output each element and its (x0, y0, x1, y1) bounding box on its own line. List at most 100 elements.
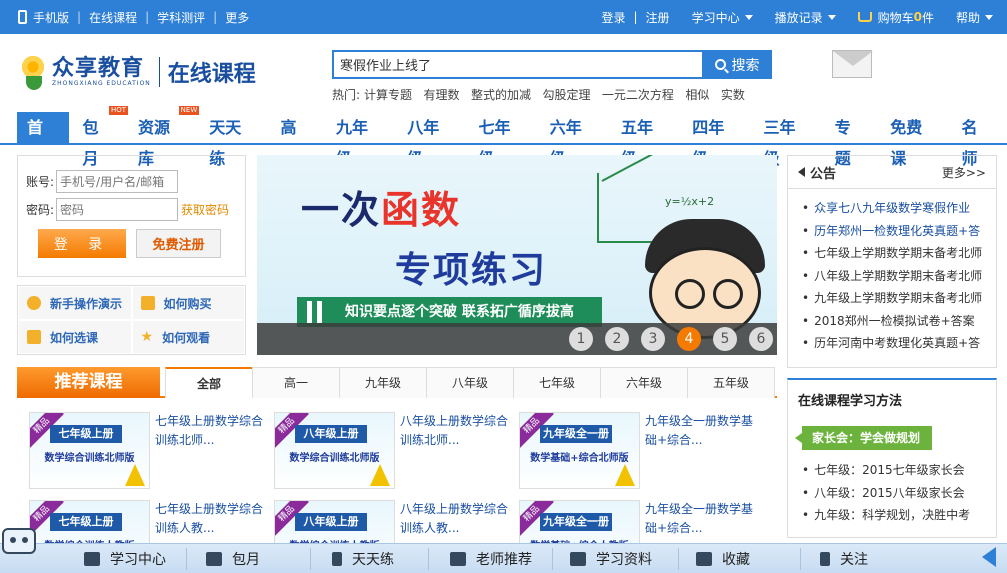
cart-link[interactable]: 购物车 0 件 (857, 9, 934, 26)
nav-item-grade-6[interactable]: 六年级 (540, 112, 607, 168)
tab-grade-5[interactable]: 五年级 (687, 367, 775, 398)
nav-item-grade-8[interactable]: 八年级 (397, 112, 464, 168)
register-link[interactable]: 注册 (646, 9, 670, 26)
nav-item-daily-practice[interactable]: 天天练 (199, 112, 266, 168)
nav-item-grade-4[interactable]: 四年级 (682, 112, 749, 168)
header: 众享教育 ZHONGXIANG EDUCATION 在线课程 搜索 热门: 计算… (0, 34, 1007, 106)
tab-grade-9[interactable]: 九年级 (339, 367, 427, 398)
bottom-daily-practice[interactable]: 天天练 (332, 544, 394, 573)
login-buttons: 登 录 免费注册 (38, 229, 245, 258)
notice-item[interactable]: 九年级上学期数学期末备考北师 (802, 287, 992, 310)
notice-item[interactable]: 众享七八九年级数学寒假作业 (802, 197, 992, 220)
bottom-label: 学习资料 (596, 552, 652, 568)
search-button[interactable]: 搜索 (702, 50, 772, 79)
quick-link-tutorial[interactable]: 新手操作演示 (18, 286, 132, 320)
hot-term[interactable]: 相似 (685, 86, 709, 103)
quick-link-label: 如何购买 (163, 296, 212, 311)
study-method-item[interactable]: 九年级：科学规划，决胜中考 (802, 504, 970, 527)
collapse-arrow-icon[interactable] (982, 547, 996, 567)
nav-item-resources[interactable]: 资源库 NEW (128, 106, 200, 168)
carousel-dot-active[interactable]: 4 (677, 327, 701, 351)
bottom-follow[interactable]: 关注 (820, 544, 868, 573)
nav-item-home[interactable]: 首页 (17, 112, 69, 168)
separator (310, 548, 311, 570)
course-thumbnail[interactable]: 精品 九年级全一册 数学基础+综合北师版 (519, 412, 640, 489)
study-method-item[interactable]: 八年级：2015八年级家长会 (802, 482, 970, 505)
separator: | (633, 10, 638, 24)
get-password-link[interactable]: 获取密码 (181, 201, 229, 218)
free-register-button[interactable]: 免费注册 (136, 229, 221, 258)
parent-meeting-pill[interactable]: 家长会：学会做规划 (795, 426, 932, 450)
nav-item-grade-3[interactable]: 三年级 (754, 112, 821, 168)
nav-item-grade-10[interactable]: 高一 (271, 112, 323, 168)
quick-link-how-buy[interactable]: 如何购买 (131, 286, 245, 320)
course-card[interactable]: 精品 八年级上册 数学综合训练北师版 八年级上册数学综合训练北师... (274, 412, 519, 489)
hot-term[interactable]: 整式的加减 (471, 86, 531, 103)
notice-item[interactable]: 历年河南中考数理化英真题+答 (802, 332, 992, 355)
nav-item-teachers[interactable]: 名师 (952, 112, 1004, 168)
hot-term[interactable]: 计算专题 (364, 86, 412, 103)
banner-carousel[interactable]: 一次函数 专项练习 y=½x+2 知识要点逐个突破 联系拓广循序拔高 1 2 3… (257, 155, 777, 355)
nav-item-grade-9[interactable]: 九年级 (326, 112, 393, 168)
quick-link-how-select[interactable]: 如何选课 (18, 320, 132, 354)
site-logo[interactable]: 众享教育 ZHONGXIANG EDUCATION 在线课程 (18, 49, 256, 95)
course-title[interactable]: 八年级上册数学综合训练北师... (395, 412, 515, 489)
tab-all[interactable]: 全部 (165, 367, 253, 398)
bottom-favorites[interactable]: 收藏 (696, 544, 750, 573)
bottom-monthly[interactable]: 包月 (206, 544, 260, 573)
play-history-menu[interactable]: 播放记录 (775, 9, 836, 26)
course-title[interactable]: 九年级全一册数学基础+综合... (640, 412, 760, 489)
login-button[interactable]: 登 录 (38, 229, 126, 258)
robot-mascot-icon[interactable] (0, 528, 40, 573)
nav-item-grade-5[interactable]: 五年级 (611, 112, 678, 168)
login-link[interactable]: 登录 (601, 9, 625, 26)
carousel-dot[interactable]: 5 (713, 327, 737, 351)
quick-links: 新手操作演示 如何购买 如何选课 ★ 如何观看 (17, 285, 246, 355)
account-row: 账号: (26, 170, 245, 193)
study-center-menu[interactable]: 学习中心 (692, 9, 753, 26)
hot-term[interactable]: 勾股定理 (542, 86, 590, 103)
nav-item-grade-7[interactable]: 七年级 (469, 112, 536, 168)
hot-term[interactable]: 有理数 (424, 86, 460, 103)
more-link[interactable]: 更多 (225, 9, 249, 26)
course-thumbnail[interactable]: 精品 七年级上册 数学综合训练北师版 (29, 412, 150, 489)
notice-more-link[interactable]: 更多>> (942, 164, 986, 181)
search-input[interactable] (332, 50, 702, 79)
subject-test-link[interactable]: 学科测评 (157, 9, 205, 26)
bottom-study-material[interactable]: 学习资料 (570, 544, 652, 573)
course-card[interactable]: 精品 九年级全一册 数学基础+综合北师版 九年级全一册数学基础+综合... (519, 412, 764, 489)
carousel-dot[interactable]: 3 (641, 327, 665, 351)
notice-item[interactable]: 八年级上学期数学期末备考北师 (802, 265, 992, 288)
nav-item-free-course[interactable]: 免费课 (880, 112, 947, 168)
course-thumbnail[interactable]: 精品 八年级上册 数学综合训练北师版 (274, 412, 395, 489)
carousel-dot[interactable]: 1 (569, 327, 593, 351)
carousel-dot[interactable]: 6 (749, 327, 773, 351)
hot-badge: HOT (108, 106, 128, 115)
tab-grade-10[interactable]: 高一 (252, 367, 340, 398)
tab-grade-8[interactable]: 八年级 (426, 367, 514, 398)
list-icon (570, 552, 586, 566)
course-card[interactable]: 精品 七年级上册 数学综合训练北师版 七年级上册数学综合训练北师... (29, 412, 274, 489)
mail-icon[interactable] (832, 50, 873, 78)
tab-grade-6[interactable]: 六年级 (600, 367, 688, 398)
bottom-study-center[interactable]: 学习中心 (84, 544, 166, 573)
hot-term[interactable]: 实数 (721, 86, 745, 103)
carousel-dot[interactable]: 2 (605, 327, 629, 351)
help-menu[interactable]: 帮助 (956, 9, 993, 26)
notice-item[interactable]: 七年级上学期数学期末备考北师 (802, 242, 992, 265)
tab-grade-7[interactable]: 七年级 (513, 367, 601, 398)
nav-item-topics[interactable]: 专题 (825, 112, 877, 168)
course-title[interactable]: 七年级上册数学综合训练北师... (150, 412, 270, 489)
notice-item[interactable]: 2018郑州一检模拟试卷+答案 (802, 310, 992, 333)
study-method-item[interactable]: 七年级：2015七年级家长会 (802, 459, 970, 482)
mobile-version-link[interactable]: 手机版 (33, 9, 69, 26)
account-input[interactable] (56, 170, 179, 193)
online-course-link[interactable]: 在线课程 (89, 9, 137, 26)
folder-icon (696, 552, 712, 566)
hot-term[interactable]: 一元二次方程 (602, 86, 674, 103)
bottom-teacher-recommend[interactable]: 老师推荐 (450, 544, 532, 573)
quick-link-how-watch[interactable]: ★ 如何观看 (131, 320, 245, 354)
notice-item[interactable]: 历年郑州一检数理化英真题+答 (802, 220, 992, 243)
password-input[interactable] (56, 198, 179, 221)
nav-item-monthly[interactable]: 包月 HOT (73, 106, 128, 168)
